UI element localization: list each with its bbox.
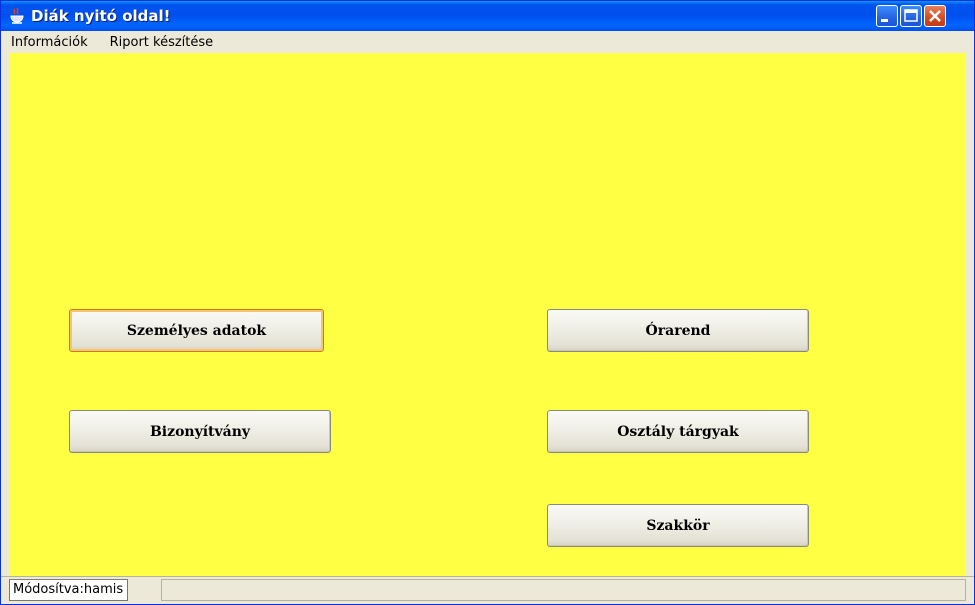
menu-bar: Információk Riport készítése bbox=[1, 31, 974, 53]
app-window: Diák nyitó oldal! Információk Riport kés… bbox=[0, 0, 975, 605]
window-title: Diák nyitó oldal! bbox=[31, 7, 171, 25]
title-bar[interactable]: Diák nyitó oldal! bbox=[1, 1, 974, 31]
close-button[interactable] bbox=[924, 5, 946, 27]
certificate-button[interactable]: Bizonyítvány bbox=[69, 410, 331, 453]
minimize-icon bbox=[881, 19, 888, 22]
minimize-button[interactable] bbox=[876, 5, 898, 27]
java-app-icon bbox=[9, 7, 25, 25]
content-area-top bbox=[9, 53, 966, 85]
menu-informaciok[interactable]: Információk bbox=[5, 35, 94, 50]
club-button[interactable]: Szakkör bbox=[547, 504, 809, 547]
timetable-button[interactable]: Órarend bbox=[547, 309, 809, 352]
status-empty-panel bbox=[161, 579, 966, 601]
maximize-button[interactable] bbox=[900, 5, 922, 27]
menu-riport-keszitese[interactable]: Riport készítése bbox=[104, 35, 220, 50]
window-left-border bbox=[1, 53, 9, 576]
close-icon bbox=[929, 10, 941, 22]
status-modified-label: Módosítva:hamis bbox=[9, 579, 129, 601]
class-subjects-button[interactable]: Osztály tárgyak bbox=[547, 410, 809, 453]
status-bar: Módosítva:hamis bbox=[1, 576, 974, 604]
window-right-border bbox=[966, 53, 974, 576]
personal-data-button[interactable]: Személyes adatok bbox=[69, 309, 324, 352]
maximize-icon bbox=[904, 9, 918, 22]
